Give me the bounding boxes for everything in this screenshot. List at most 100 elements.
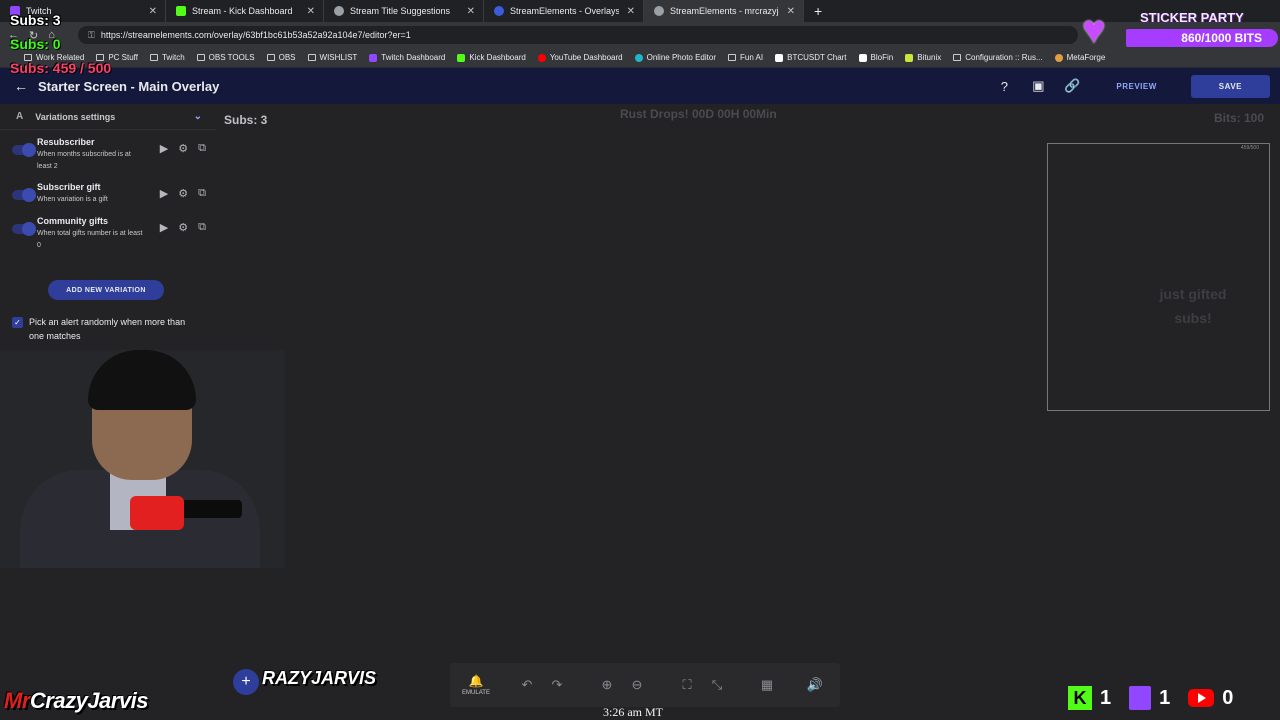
- platform-viewer-counts: K 1 1 0: [1068, 684, 1233, 712]
- rust-drops-widget[interactable]: Rust Drops! 00D 00H 00Min: [620, 107, 777, 121]
- fit-screen-icon[interactable]: ⛶: [672, 677, 702, 693]
- volume-icon[interactable]: 🔊: [800, 677, 830, 693]
- twitch-count: 1: [1159, 686, 1171, 709]
- bookmark-label: BloFin: [870, 53, 894, 62]
- channel-logo-name: CrazyJarvis: [29, 688, 149, 713]
- close-icon[interactable]: ✕: [627, 6, 635, 17]
- close-icon[interactable]: ✕: [787, 6, 795, 17]
- new-tab-icon[interactable]: +: [814, 3, 822, 19]
- random-alert-option[interactable]: ✓ Pick an alert randomly when more than …: [12, 315, 199, 343]
- back-arrow-icon[interactable]: ←: [14, 78, 38, 94]
- variation-resubscriber[interactable]: Resubscriber When months subscribed is a…: [0, 137, 216, 171]
- variation-toggle[interactable]: [12, 143, 36, 157]
- overlay-subs-counter-green: Subs: 0: [10, 36, 61, 52]
- bookmark-btcusdt-chart[interactable]: BTCUSDT Chart: [775, 53, 847, 62]
- bookmark-kick-dashboard[interactable]: Kick Dashboard: [457, 53, 526, 62]
- bookmark-label: Configuration :: Rus...: [965, 53, 1043, 62]
- bookmark-youtube-dashboard[interactable]: YouTube Dashboard: [537, 53, 623, 62]
- lock-icon: ⚿: [88, 29, 95, 40]
- play-icon[interactable]: ▶: [160, 221, 168, 234]
- bitunix-icon: [905, 53, 914, 62]
- link-icon[interactable]: 🔗: [1062, 78, 1082, 94]
- help-icon[interactable]: ?: [994, 79, 1014, 94]
- add-widget-button[interactable]: +: [233, 669, 259, 695]
- variation-desc: When months subscribed is at least 2: [37, 151, 131, 170]
- section-title: Variations settings: [35, 111, 116, 122]
- gear-icon[interactable]: ⚙: [178, 187, 188, 200]
- url-input[interactable]: ⚿ https://streamelements.com/overlay/63b…: [78, 26, 1078, 44]
- url-text: https://streamelements.com/overlay/63bf1…: [100, 30, 411, 40]
- copy-icon[interactable]: ⧉: [198, 187, 206, 200]
- tab-label: StreamElements - mrcrazyjarvis: [670, 6, 779, 16]
- alert-widget[interactable]: 459/500 just gifted subs!: [1047, 143, 1270, 411]
- bookmark-twitch-dashboard[interactable]: Twitch Dashboard: [369, 53, 445, 62]
- youtube-viewer-count: 0: [1188, 687, 1233, 710]
- bookmark-label: Bitunix: [917, 53, 942, 62]
- gear-icon[interactable]: ⚙: [178, 221, 188, 234]
- subs-widget[interactable]: Subs: 3: [224, 113, 267, 127]
- twitch-icon: [1129, 686, 1152, 710]
- bookmark-twitch[interactable]: Twitch: [149, 53, 185, 62]
- tab-kick-dashboard[interactable]: Stream - Kick Dashboard ✕: [166, 0, 324, 22]
- tab-label: Stream - Kick Dashboard: [192, 6, 293, 16]
- redo-icon[interactable]: ↷: [542, 677, 572, 693]
- undo-icon[interactable]: ↶: [512, 677, 542, 693]
- play-icon[interactable]: ▶: [160, 142, 168, 155]
- play-icon[interactable]: ▶: [160, 187, 168, 200]
- bookmark-obs[interactable]: OBS: [266, 53, 296, 62]
- twitch-viewer-count: 1: [1129, 686, 1170, 710]
- overlay-subs-goal: Subs: 459 / 500: [10, 60, 112, 76]
- gear-icon[interactable]: ⚙: [178, 142, 188, 155]
- webcam-person-hair: [88, 350, 196, 410]
- text-icon: A: [16, 111, 24, 122]
- bookmark-fun-ai[interactable]: Fun AI: [727, 53, 763, 62]
- bookmark-label: Online Photo Editor: [646, 53, 716, 62]
- header-actions: ? ▣ 🔗 PREVIEW SAVE: [994, 68, 1270, 104]
- variation-subscriber-gift[interactable]: Subscriber gift When variation is a gift…: [0, 182, 216, 216]
- grid-icon[interactable]: ▦: [752, 677, 782, 693]
- bookmark-label: OBS: [278, 53, 296, 62]
- bookmark-configuration[interactable]: Configuration :: Rus...: [953, 53, 1043, 62]
- streamelements-icon: [494, 6, 504, 16]
- editor-header: ← Starter Screen - Main Overlay ? ▣ 🔗 PR…: [0, 68, 1280, 104]
- bookmark-label: PC Stuff: [108, 53, 138, 62]
- save-button[interactable]: SAVE: [1190, 74, 1270, 98]
- bookmark-metaforge[interactable]: MetaForge: [1054, 53, 1105, 62]
- random-alert-checkbox[interactable]: ✓: [12, 317, 23, 328]
- variations-settings-header[interactable]: A Variations settings ⌄: [0, 104, 216, 130]
- close-icon[interactable]: ✕: [467, 6, 475, 17]
- overlay-canvas[interactable]: Subs: 3 Rust Drops! 00D 00H 00Min Bits: …: [216, 104, 1280, 720]
- mic-stand: [180, 500, 242, 518]
- monitor-icon[interactable]: ▣: [1028, 78, 1048, 94]
- preview-button[interactable]: PREVIEW: [1096, 76, 1176, 97]
- tab-streamelements-mrcrazyjarvis[interactable]: StreamElements - mrcrazyjarvis ✕: [644, 0, 804, 22]
- variation-toggle[interactable]: [12, 188, 36, 202]
- youtube-icon: [537, 53, 546, 62]
- bookmark-blofin[interactable]: BloFin: [858, 53, 894, 62]
- emulate-button[interactable]: 🔔 EMULATE: [450, 674, 502, 696]
- bits-widget[interactable]: Bits: 100: [1214, 111, 1264, 125]
- zoom-in-icon[interactable]: ⊕: [592, 677, 622, 693]
- add-new-variation-button[interactable]: ADD NEW VARIATION: [48, 280, 164, 300]
- bookmark-label: BTCUSDT Chart: [787, 53, 847, 62]
- chevron-down-icon[interactable]: ⌄: [194, 111, 202, 122]
- bookmark-obs-tools[interactable]: OBS TOOLS: [196, 53, 255, 62]
- copy-icon[interactable]: ⧉: [198, 142, 206, 155]
- bookmark-wishlist[interactable]: WISHLIST: [307, 53, 357, 62]
- photo-editor-icon: [634, 53, 643, 62]
- editor-toolbar: 🔔 EMULATE ↶ ↷ ⊕ ⊖ ⛶ ⤡ ▦ 🔊: [450, 663, 840, 707]
- sticker-party-progress: 860/1000 BITS: [1126, 29, 1278, 47]
- tab-streamelements-overlays[interactable]: StreamElements - Overlays ✕: [484, 0, 644, 22]
- zoom-out-icon[interactable]: ⊖: [622, 677, 652, 693]
- variation-community-gifts[interactable]: Community gifts When total gifts number …: [0, 216, 216, 250]
- folder-icon: [149, 54, 158, 61]
- copy-icon[interactable]: ⧉: [198, 221, 206, 234]
- close-icon[interactable]: ✕: [149, 6, 157, 17]
- collapse-icon[interactable]: ⤡: [702, 677, 732, 693]
- variation-toggle[interactable]: [12, 222, 36, 236]
- variation-desc: When total gifts number is at least 0: [37, 230, 143, 249]
- close-icon[interactable]: ✕: [307, 6, 315, 17]
- bookmark-online-photo-editor[interactable]: Online Photo Editor: [634, 53, 716, 62]
- bookmark-bitunix[interactable]: Bitunix: [905, 53, 941, 62]
- tab-stream-title-suggestions[interactable]: Stream Title Suggestions ✕: [324, 0, 484, 22]
